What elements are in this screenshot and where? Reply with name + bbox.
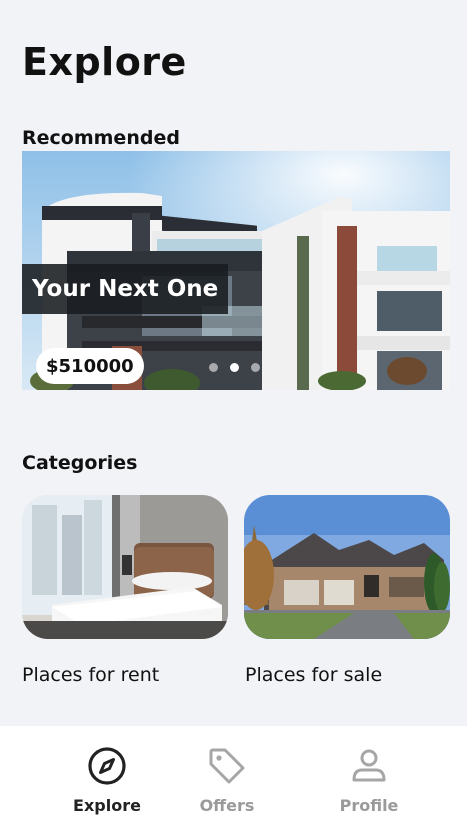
suburban-house-photo (244, 495, 450, 639)
category-card-sale[interactable] (244, 495, 450, 639)
nav-explore-label: Explore (73, 796, 141, 815)
carousel-dot[interactable] (209, 363, 218, 372)
category-label-sale[interactable]: Places for sale (245, 664, 382, 686)
compass-icon (88, 747, 126, 785)
category-card-rent[interactable] (22, 495, 228, 639)
person-icon (352, 749, 386, 782)
price-badge: $510000 (36, 348, 144, 384)
recommended-heading: Recommended (22, 127, 180, 149)
carousel-pagination (209, 363, 260, 372)
tag-icon (209, 748, 245, 784)
bottom-navigation: Explore Offers Profile (0, 726, 467, 831)
nav-profile[interactable]: Profile (299, 726, 439, 831)
nav-offers[interactable]: Offers (157, 726, 297, 831)
category-label-rent[interactable]: Places for rent (22, 664, 159, 686)
carousel-dot[interactable] (251, 363, 260, 372)
bedroom-photo (22, 495, 228, 639)
page-title: Explore (22, 40, 187, 84)
categories-heading: Categories (22, 452, 138, 474)
carousel-dot-active[interactable] (230, 363, 239, 372)
nav-profile-label: Profile (339, 796, 399, 815)
nav-explore[interactable]: Explore (37, 726, 177, 831)
listing-caption: Your Next One (22, 264, 228, 314)
recommended-carousel[interactable]: Your Next One $510000 (22, 151, 450, 390)
nav-offers-label: Offers (199, 796, 255, 815)
